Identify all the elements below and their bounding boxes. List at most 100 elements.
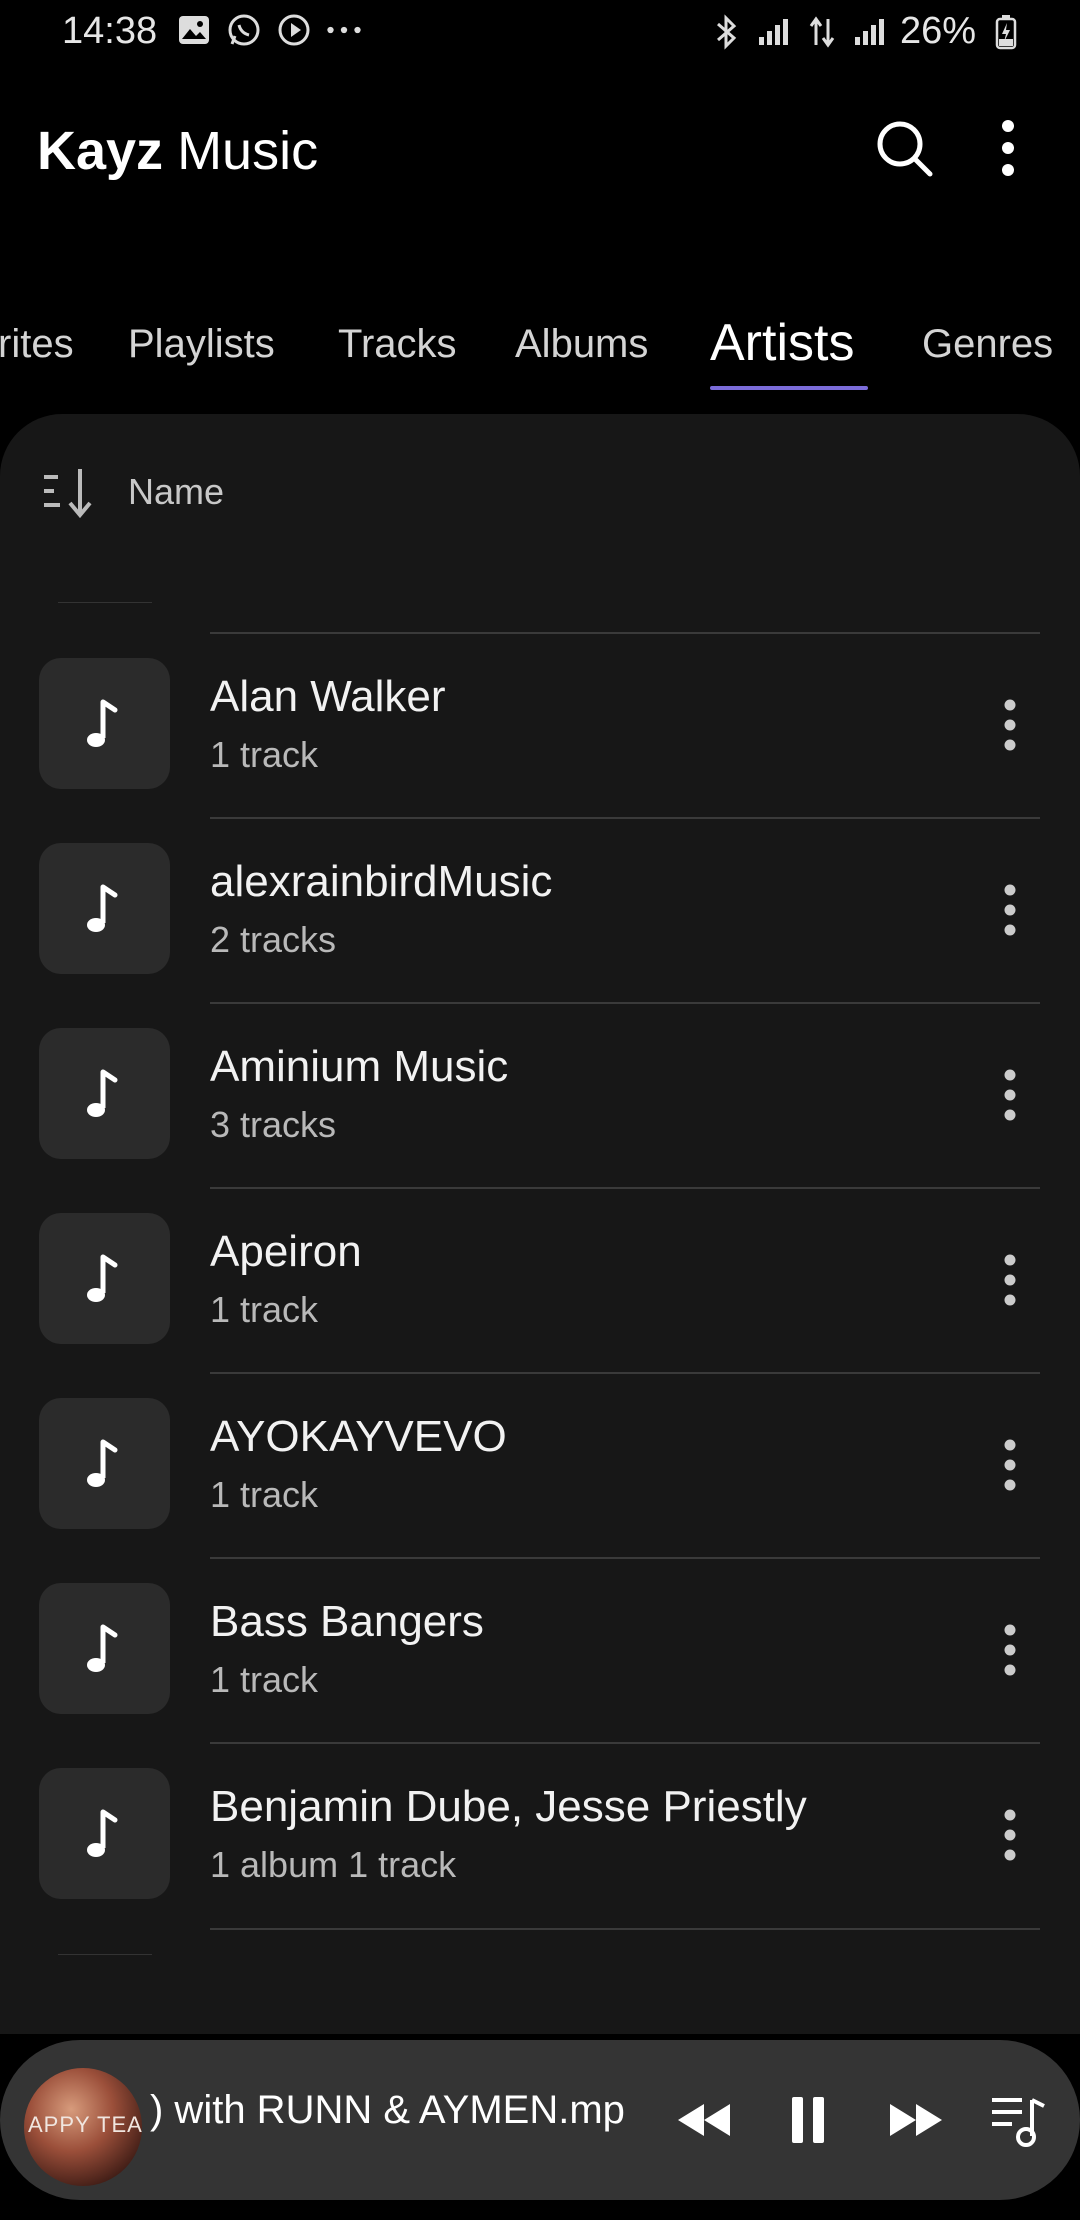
item-more-button[interactable]	[980, 1615, 1040, 1685]
divider	[210, 632, 1040, 634]
item-more-button[interactable]	[980, 1430, 1040, 1500]
item-more-button[interactable]	[980, 1245, 1040, 1315]
artist-thumbnail	[39, 1028, 170, 1159]
more-vertical-icon	[1004, 699, 1016, 751]
app-title: Kayz Music	[37, 120, 318, 182]
list-item[interactable]: Apeiron 1 track	[0, 1187, 1080, 1372]
data-arrows-icon	[804, 14, 840, 50]
more-vertical-icon	[1004, 1809, 1016, 1861]
queue-music-icon	[992, 2098, 1045, 2147]
fast-forward-icon	[890, 2104, 942, 2136]
artist-name: Apeiron	[210, 1227, 362, 1276]
divider	[210, 1928, 1040, 1930]
list-item[interactable]: AYOKAYVEVO 1 track	[0, 1372, 1080, 1557]
album-art-text: APPY TEAR	[28, 2112, 142, 2137]
list-item[interactable]: Alan Walker 1 track	[0, 632, 1080, 817]
music-note-icon	[86, 1624, 117, 1672]
tab-playlists[interactable]: Playlists	[128, 322, 275, 367]
artist-track-count: 3 tracks	[210, 1104, 337, 1145]
app-title-brand: Kayz	[37, 121, 164, 181]
artist-thumbnail	[39, 843, 170, 974]
queue-button[interactable]	[978, 2080, 1058, 2160]
tab-tracks[interactable]: Tracks	[338, 322, 457, 367]
list-item[interactable]: Aminium Music 3 tracks	[0, 1002, 1080, 1187]
sort-control[interactable]: Name	[42, 462, 224, 522]
whatsapp-icon	[226, 12, 262, 48]
divider	[210, 1742, 1040, 1744]
album-art: APPY TEAR	[24, 2068, 142, 2186]
mini-player[interactable]: APPY TEAR ) with RUNN & AYMEN.mp	[0, 2040, 1080, 2200]
artist-track-count: 1 track	[210, 734, 319, 775]
overflow-menu-button[interactable]	[976, 116, 1040, 180]
sort-icon	[44, 469, 92, 519]
item-more-button[interactable]	[980, 690, 1040, 760]
gallery-icon	[176, 12, 212, 48]
artist-track-count: 1 track	[210, 1659, 319, 1700]
artist-thumbnail	[39, 658, 170, 789]
music-note-icon	[86, 1439, 117, 1487]
more-vertical-icon	[1002, 120, 1014, 176]
search-icon	[877, 121, 933, 177]
status-time: 14:38	[62, 10, 158, 52]
list-item[interactable]: Benjamin Dube, Jesse Priestly 1 album 1 …	[0, 1742, 1080, 1927]
more-vertical-icon	[1004, 1254, 1016, 1306]
divider	[210, 1372, 1040, 1374]
now-playing-title: ) with RUNN & AYMEN.mp	[150, 2088, 625, 2132]
divider	[210, 1557, 1040, 1559]
play-circle-icon	[276, 12, 312, 48]
signal-icon	[852, 14, 888, 50]
list-item[interactable]: alexrainbirdMusic 2 tracks	[0, 817, 1080, 1002]
artist-track-count: 2 tracks	[210, 919, 337, 960]
item-more-button[interactable]	[980, 1060, 1040, 1130]
app-bar: Kayz Music	[0, 100, 1080, 200]
bluetooth-icon	[708, 13, 744, 50]
artist-name: AYOKAYVEVO	[210, 1412, 507, 1461]
pause-icon	[792, 2097, 824, 2143]
battery-percent: 26%	[899, 10, 976, 52]
artist-name: alexrainbirdMusic	[210, 857, 553, 906]
item-more-button[interactable]	[980, 875, 1040, 945]
artist-name: Benjamin Dube, Jesse Priestly	[210, 1782, 807, 1831]
music-note-icon	[86, 1069, 117, 1117]
divider	[58, 1954, 152, 1955]
divider	[210, 1187, 1040, 1189]
tab-albums[interactable]: Albums	[515, 322, 648, 367]
app-title-suffix: Music	[177, 121, 319, 181]
divider	[210, 1002, 1040, 1004]
artist-name: Alan Walker	[210, 672, 446, 721]
signal-icon	[756, 14, 792, 50]
status-bar: 14:38 26%	[0, 0, 1080, 66]
artist-thumbnail	[39, 1213, 170, 1344]
more-vertical-icon	[1004, 884, 1016, 936]
tab-genres[interactable]: Genres	[922, 322, 1053, 367]
music-note-icon	[86, 699, 117, 747]
rewind-button[interactable]	[664, 2080, 744, 2160]
artist-track-count: 1 track	[210, 1474, 319, 1515]
music-note-icon	[86, 1809, 117, 1857]
fast-forward-button[interactable]	[876, 2080, 956, 2160]
list-item[interactable]: Bass Bangers 1 track	[0, 1557, 1080, 1742]
artist-thumbnail	[39, 1583, 170, 1714]
item-more-button[interactable]	[980, 1800, 1040, 1870]
artist-list-panel: Name Alan Walker 1 track alexrainbirdMus…	[0, 414, 1080, 2034]
more-vertical-icon	[1004, 1069, 1016, 1121]
artist-name: Bass Bangers	[210, 1597, 484, 1646]
artist-name: Aminium Music	[210, 1042, 509, 1091]
sort-label: Name	[128, 471, 225, 512]
artist-track-count: 1 album 1 track	[210, 1844, 457, 1885]
divider	[210, 817, 1040, 819]
tab-artists[interactable]: Artists	[710, 313, 854, 373]
more-vertical-icon	[1004, 1624, 1016, 1676]
more-dots-icon	[326, 12, 362, 48]
pause-button[interactable]	[768, 2080, 848, 2160]
battery-charging-icon	[988, 14, 1024, 50]
more-vertical-icon	[1004, 1439, 1016, 1491]
rewind-icon	[678, 2104, 730, 2136]
music-note-icon	[86, 1254, 117, 1302]
artist-thumbnail	[39, 1768, 170, 1899]
tab-favourites[interactable]: rites	[0, 322, 74, 367]
artist-track-count: 1 track	[210, 1289, 319, 1330]
divider	[58, 602, 152, 603]
search-button[interactable]	[872, 116, 936, 180]
active-tab-indicator	[710, 386, 868, 390]
